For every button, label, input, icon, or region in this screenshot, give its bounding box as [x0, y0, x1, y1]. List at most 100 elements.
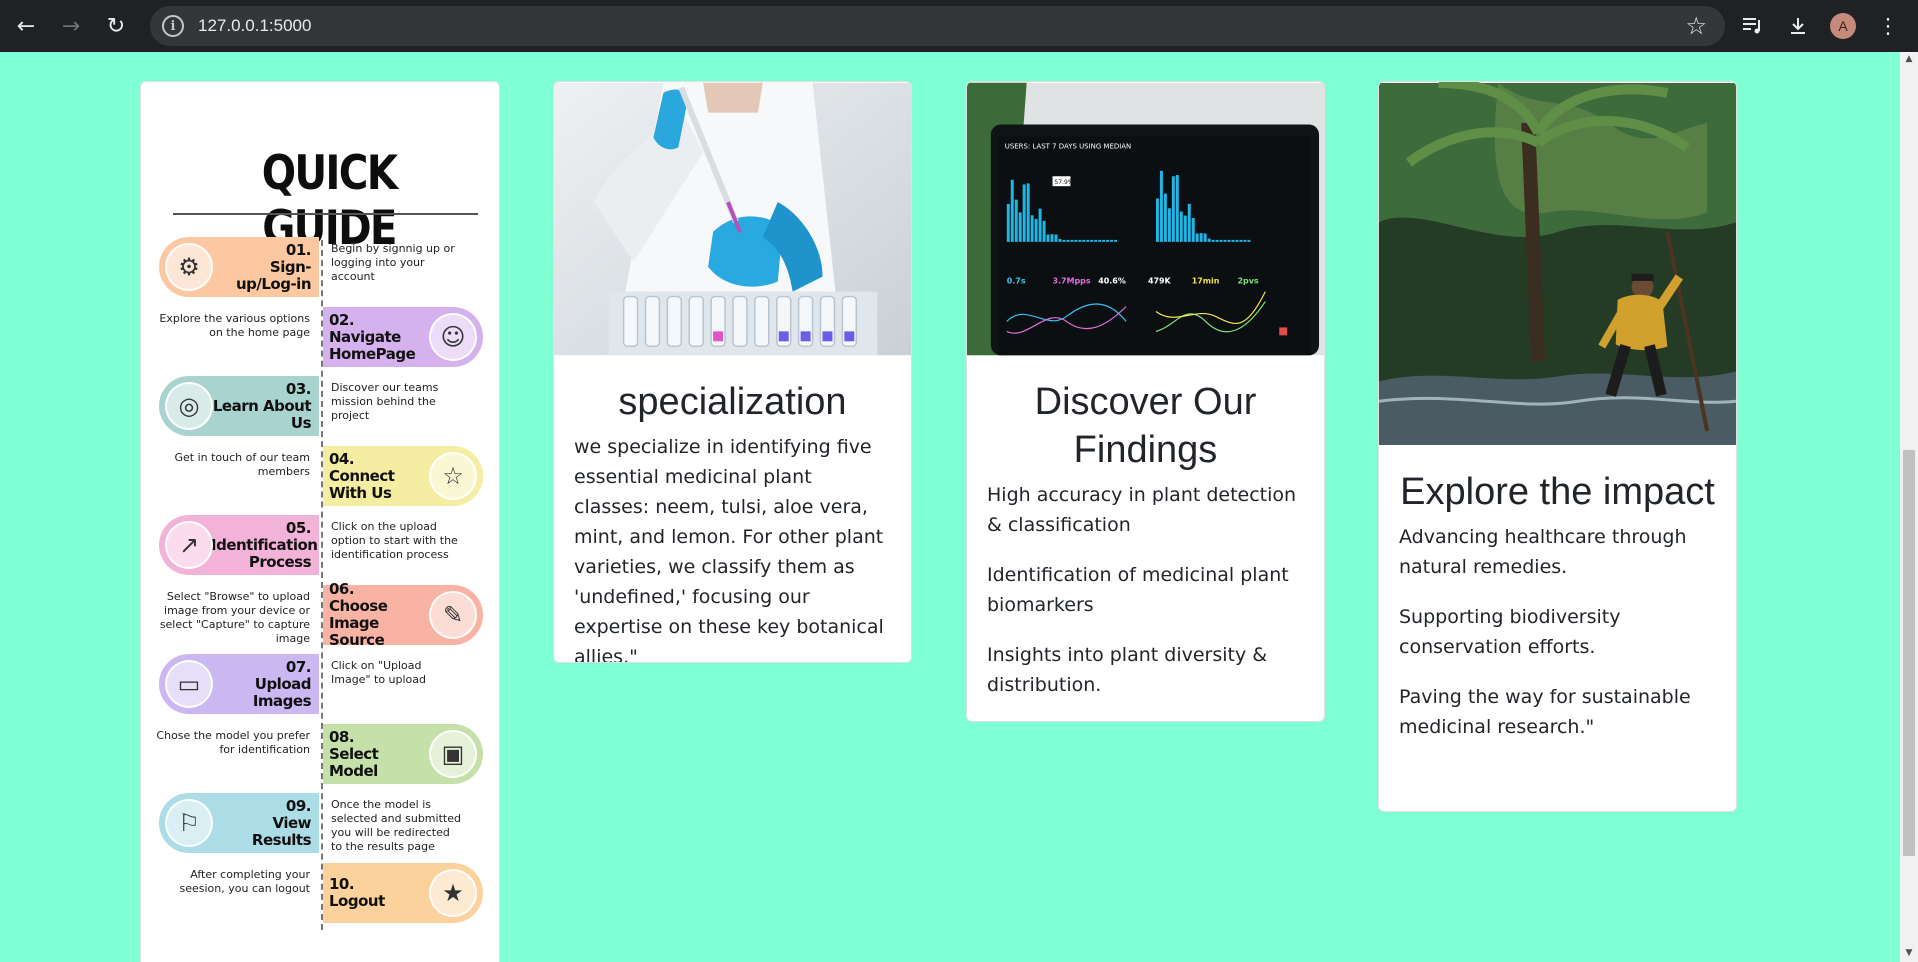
url-text[interactable]: 127.0.0.1:5000 — [198, 16, 311, 36]
guide-step-number: 08. — [329, 727, 355, 746]
histogram-bar — [1054, 234, 1058, 242]
guide-step-pill: ▣ 08. Select Model — [323, 724, 483, 784]
findings-item-biomarkers: Identification of medicinal plant biomar… — [987, 564, 1289, 616]
histogram-bar — [1203, 233, 1207, 242]
specialization-title: specialization — [618, 381, 847, 423]
histogram-bar — [1106, 239, 1110, 242]
guide-step-pill: ◎ 03. Learn About Us — [159, 376, 319, 436]
lab-scientist-image — [554, 82, 911, 356]
findings-title: Discover Our Findings — [1034, 381, 1257, 471]
histogram-bar — [1034, 218, 1038, 242]
guide-step-title: Sign-up/Log-in — [235, 257, 312, 293]
guide-step-number: 01. — [285, 240, 312, 259]
profile-button[interactable]: A — [1825, 7, 1861, 45]
chart-icon: ↗ — [165, 521, 213, 569]
histogram-bar — [1110, 239, 1114, 242]
guide-step-title: Logout — [329, 892, 385, 910]
histogram-bar — [1239, 239, 1243, 242]
histogram-bar — [1006, 203, 1010, 242]
impact-item-research: Paving the way for sustainable medicinal… — [1399, 686, 1691, 738]
histogram-bar — [1026, 183, 1030, 242]
histogram-bar — [1050, 234, 1054, 242]
scrollbar-thumb[interactable] — [1903, 450, 1915, 856]
media-queue-icon[interactable] — [1735, 7, 1771, 45]
guide-step-label: 04. Connect With Us — [329, 449, 425, 502]
download-glyph — [1791, 18, 1805, 34]
guide-step-label: 06. Choose Image Source — [329, 581, 425, 649]
guide-step-description: Begin by signnig up or logging into your… — [331, 242, 455, 283]
guide-step-description: Click on the upload option to start with… — [331, 520, 458, 561]
histogram-bar — [1038, 208, 1042, 242]
histogram-bar — [1082, 239, 1086, 242]
scroll-down-arrow-icon[interactable]: ▼ — [1903, 946, 1915, 960]
reload-icon[interactable]: ↻ — [97, 7, 135, 45]
trophy-icon: ★ — [429, 869, 477, 917]
guide-step-title: Upload Images — [252, 674, 312, 710]
guide-step-label: 08. Select Model — [329, 727, 425, 780]
media-queue-glyph — [1743, 18, 1760, 34]
guide-step-number: 02. — [329, 310, 355, 329]
forward-arrow-icon[interactable]: → — [52, 7, 90, 45]
site-info-icon[interactable]: i — [162, 15, 184, 37]
histogram-bar — [1191, 217, 1195, 242]
histogram-bar — [1074, 239, 1078, 242]
guide-step-description: Once the model is selected and submitted… — [331, 798, 461, 853]
quick-guide-card: QUICK GUIDE ⚙ 01. Sign-up/Log-in Begin by s… — [140, 81, 500, 962]
bookmark-star-icon[interactable]: ☆ — [1685, 12, 1707, 40]
scroll-up-arrow-icon[interactable]: ▲ — [1903, 52, 1915, 66]
guide-step-pill: ↗ 05. Identification Process — [159, 515, 319, 575]
kebab-menu-icon[interactable]: ⋮ — [1870, 7, 1906, 45]
address-bar[interactable]: i 127.0.0.1:5000 ☆ — [150, 6, 1725, 46]
guide-step-pill: ★ 10. Logout — [323, 863, 483, 923]
histogram-bar — [1086, 239, 1090, 242]
impact-card: Explore the impact Advancing healthcare … — [1378, 81, 1737, 812]
histogram-bar — [1030, 215, 1034, 242]
guide-step-pill: ☺ 02. Navigate HomePage — [323, 307, 483, 367]
guide-step-description: After completing your seesion, you can l… — [179, 868, 311, 895]
guide-step-label: 05. Identification Process — [211, 519, 318, 571]
histogram-bar — [1167, 208, 1171, 242]
dashboard-header: USERS: LAST 7 DAYS USING MEDIAN — [1005, 142, 1131, 150]
histogram-bar — [1114, 239, 1118, 242]
guide-step-label: 03. Learn About Us — [211, 380, 312, 432]
histogram-bar — [1098, 239, 1102, 242]
hand-star-icon: ☆ — [429, 452, 477, 500]
guide-step-number: 10. — [329, 875, 355, 893]
forest-explorer-image — [1379, 82, 1736, 445]
histogram-bar — [1247, 239, 1251, 242]
histogram-bar — [1090, 239, 1094, 242]
histogram-bar — [1046, 234, 1050, 242]
guide-step-description: Discover our teams mission behind the pr… — [331, 381, 439, 422]
target-icon: ◎ — [165, 382, 213, 430]
guide-step-pill: ▭ 07. Upload Images — [159, 654, 319, 714]
guide-step-number: 09. — [285, 796, 312, 815]
histogram-bar — [1163, 193, 1167, 242]
head-brain-icon: ☺ — [429, 313, 477, 361]
histogram-bar — [1058, 238, 1062, 242]
guide-step-pill: ☆ 04. Connect With Us — [323, 446, 483, 506]
download-icon[interactable] — [1780, 7, 1816, 45]
guide-step-label: 10. Logout — [329, 876, 425, 910]
guide-step-pill: ✎ 06. Choose Image Source — [323, 581, 483, 649]
histogram-bar — [1102, 239, 1106, 242]
stat-duration: 17min — [1192, 277, 1220, 286]
histogram-bar — [1183, 215, 1187, 242]
impact-item-biodiversity: Supporting biodiversity conservation eff… — [1399, 606, 1621, 658]
histogram-bar — [1018, 212, 1022, 242]
back-arrow-icon[interactable]: ← — [7, 7, 45, 45]
histogram-bar — [1231, 239, 1235, 242]
histogram-bar — [1159, 170, 1163, 242]
histogram-bar — [1062, 239, 1066, 242]
stat-throughput: 3.7Mpps — [1053, 277, 1091, 286]
guide-step-number: 06. — [329, 580, 355, 598]
guide-step-pill: ⚙ 01. Sign-up/Log-in — [159, 237, 319, 297]
histogram-bar — [1078, 239, 1082, 242]
avatar[interactable]: A — [1830, 13, 1856, 39]
guide-step-number: 04. — [329, 449, 355, 468]
lightbulb-gear-icon: ⚙ — [165, 243, 213, 291]
guide-step-label: 07. Upload Images — [211, 658, 312, 710]
impact-title: Explore the impact — [1400, 471, 1715, 513]
guide-step-description: Get in touch of our team members — [174, 451, 310, 478]
histogram-bar — [1042, 220, 1046, 242]
histogram-bar — [1022, 184, 1026, 242]
